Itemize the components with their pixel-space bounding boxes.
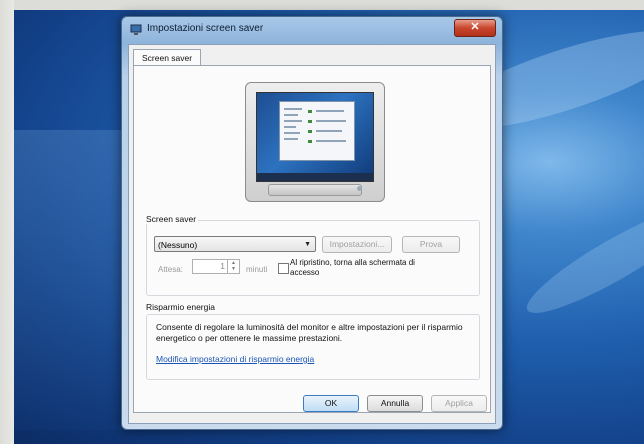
monitor-base [268,184,362,196]
dialog-client-area: Screen saver Screen saver (Nessuno) ▼ Im… [128,44,496,424]
minutes-label: minuti [246,265,268,274]
chevron-down-icon: ▼ [304,241,311,248]
preview-screen [256,92,374,182]
power-led-icon [357,186,362,191]
tab-panel: Screen saver (Nessuno) ▼ Impostazioni...… [133,65,491,413]
preview-window-thumbnail [279,101,355,161]
wait-value: 1 [220,261,225,271]
wait-minutes-stepper[interactable]: 1 ▲ ▼ [192,259,240,274]
resume-logon-label[interactable]: Al ripristino, torna alla schermata di a… [290,258,440,278]
resume-logon-checkbox[interactable] [278,263,289,274]
monitor-icon [130,24,142,35]
cancel-button[interactable]: Annulla [367,395,423,412]
energy-group-title: Risparmio energia [146,302,215,312]
ok-button[interactable]: OK [303,395,359,412]
preview-taskbar [257,173,373,181]
window-title: Impostazioni screen saver [147,23,264,34]
energy-description: Consente di regolare la luminosità del m… [156,322,463,343]
preview-button[interactable]: Prova [402,236,460,253]
wallpaper-streak [517,192,644,328]
settings-button[interactable]: Impostazioni... [322,236,392,253]
screensaver-settings-dialog: Impostazioni screen saver ✕ Screen saver [121,16,503,430]
screensaver-selected-value: (Nessuno) [158,240,198,250]
wait-label: Attesa: [158,265,183,274]
monitor-preview [245,82,385,202]
title-bar[interactable]: Impostazioni screen saver ✕ [122,17,502,43]
screensaver-group-label: Screen saver [144,214,199,224]
apply-button[interactable]: Applica [431,395,487,412]
energy-settings-link[interactable]: Modifica impostazioni di risparmio energ… [156,354,314,364]
tab-screen-saver[interactable]: Screen saver [133,49,202,66]
spin-arrows-icon[interactable]: ▲ ▼ [227,260,239,273]
close-button[interactable]: ✕ [454,19,496,37]
screensaver-dropdown[interactable]: (Nessuno) ▼ [154,236,316,252]
